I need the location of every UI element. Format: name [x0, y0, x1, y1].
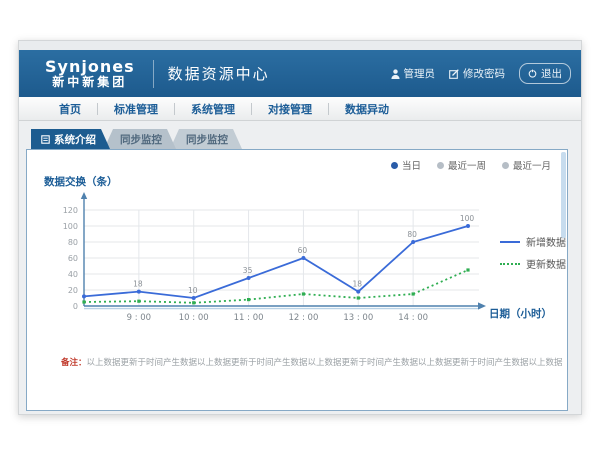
- change-password-button[interactable]: 修改密码: [449, 66, 505, 81]
- legend-item-update-data[interactable]: 更新数据: [500, 256, 566, 271]
- line-chart: 0 20 40 60 80 100 120 9 : 00 10 : 00 11 : 00 12 : …: [27, 190, 569, 342]
- filter-label: 最近一周: [448, 158, 486, 172]
- footnote-text: 以上数据更新于时间产生数据以上数据更新于时间产生数据以上数据更新于时间产生数据以…: [87, 358, 563, 368]
- svg-text:35: 35: [243, 266, 253, 275]
- power-icon: [528, 69, 537, 78]
- y-axis-title: 数据交换（条）: [44, 174, 118, 189]
- panel-scrollbar-thumb[interactable]: [561, 152, 566, 238]
- solid-line-swatch: [500, 241, 520, 243]
- header-user-controls: 管理员 修改密码 退出: [391, 63, 572, 84]
- tab-label: 系统介绍: [54, 132, 96, 147]
- header-divider: [153, 60, 154, 88]
- document-icon: [41, 135, 50, 144]
- page-title: 数据资源中心: [168, 63, 270, 84]
- filter-today[interactable]: 当日: [391, 158, 421, 172]
- tab-sync-monitor-2[interactable]: 同步监控: [170, 129, 242, 149]
- logo-text-cn: 新中新集团: [45, 76, 135, 89]
- svg-text:9 : 00: 9 : 00: [127, 313, 152, 323]
- user-menu[interactable]: 管理员: [391, 66, 436, 81]
- app-header: Synjones 新中新集团 数据资源中心 管理员 修改密码: [19, 50, 581, 97]
- legend-label: 更新数据: [526, 256, 566, 271]
- radio-unselected-icon: [502, 162, 509, 169]
- user-icon: [391, 69, 400, 79]
- svg-text:11 : 00: 11 : 00: [234, 313, 264, 323]
- nav-item-standard-mgmt[interactable]: 标准管理: [98, 101, 174, 117]
- svg-text:100: 100: [63, 222, 78, 231]
- tab-system-intro[interactable]: 系统介绍: [31, 129, 110, 149]
- change-password-label: 修改密码: [463, 66, 505, 81]
- svg-text:80: 80: [407, 230, 417, 239]
- chart-panel: 当日 最近一周 最近一月 数据交换（条） 0 20 40 60 80 100 120 9 : …: [26, 149, 568, 411]
- nav-item-home[interactable]: 首页: [43, 101, 97, 117]
- chart-legend: 新增数据 更新数据: [500, 234, 566, 271]
- edit-icon: [449, 69, 459, 79]
- tab-label: 同步监控: [186, 132, 228, 147]
- company-logo: Synjones 新中新集团: [45, 58, 135, 89]
- svg-text:20: 20: [68, 286, 78, 295]
- tab-label: 同步监控: [120, 132, 162, 147]
- svg-text:80: 80: [68, 238, 78, 247]
- radio-selected-icon: [391, 162, 398, 169]
- svg-text:18: 18: [353, 280, 363, 289]
- nav-item-interface-mgmt[interactable]: 对接管理: [252, 101, 328, 117]
- svg-text:10 : 00: 10 : 00: [179, 313, 209, 323]
- filter-label: 当日: [402, 158, 421, 172]
- legend-item-new-data[interactable]: 新增数据: [500, 234, 566, 249]
- content-area: 系统介绍 同步监控 同步监控 当日 最近一周: [19, 121, 581, 414]
- dotted-line-swatch: [500, 263, 520, 265]
- footnote-label: 备注：: [61, 358, 87, 368]
- svg-text:14 : 00: 14 : 00: [398, 313, 428, 323]
- svg-text:0: 0: [73, 302, 78, 311]
- svg-text:100: 100: [460, 214, 475, 223]
- legend-label: 新增数据: [526, 234, 566, 249]
- svg-text:60: 60: [68, 254, 78, 263]
- filter-last-month[interactable]: 最近一月: [502, 158, 551, 172]
- time-range-filters: 当日 最近一周 最近一月: [391, 158, 551, 172]
- footnote: 备注：以上数据更新于时间产生数据以上数据更新于时间产生数据以上数据更新于时间产生…: [61, 356, 563, 368]
- svg-text:40: 40: [68, 270, 78, 279]
- svg-text:13 : 00: 13 : 00: [343, 313, 373, 323]
- svg-text:10: 10: [188, 286, 198, 295]
- svg-text:120: 120: [63, 206, 78, 215]
- nav-item-system-mgmt[interactable]: 系统管理: [175, 101, 251, 117]
- filter-label: 最近一月: [513, 158, 551, 172]
- logout-button[interactable]: 退出: [519, 63, 571, 84]
- nav-item-data-change[interactable]: 数据异动: [329, 101, 405, 117]
- filter-last-week[interactable]: 最近一周: [437, 158, 486, 172]
- svg-text:60: 60: [298, 246, 308, 255]
- user-label: 管理员: [404, 66, 436, 81]
- x-axis-title: 日期（小时）: [489, 306, 552, 321]
- logo-text-en: Synjones: [45, 58, 135, 76]
- radio-unselected-icon: [437, 162, 444, 169]
- svg-text:18: 18: [133, 280, 143, 289]
- app-window: Synjones 新中新集团 数据资源中心 管理员 修改密码: [18, 40, 582, 415]
- main-nav: 首页 标准管理 系统管理 对接管理 数据异动: [19, 97, 581, 121]
- svg-text:12 : 00: 12 : 00: [288, 313, 318, 323]
- tab-sync-monitor-1[interactable]: 同步监控: [104, 129, 176, 149]
- tab-bar: 系统介绍 同步监控 同步监控: [31, 129, 242, 149]
- logout-label: 退出: [541, 66, 562, 81]
